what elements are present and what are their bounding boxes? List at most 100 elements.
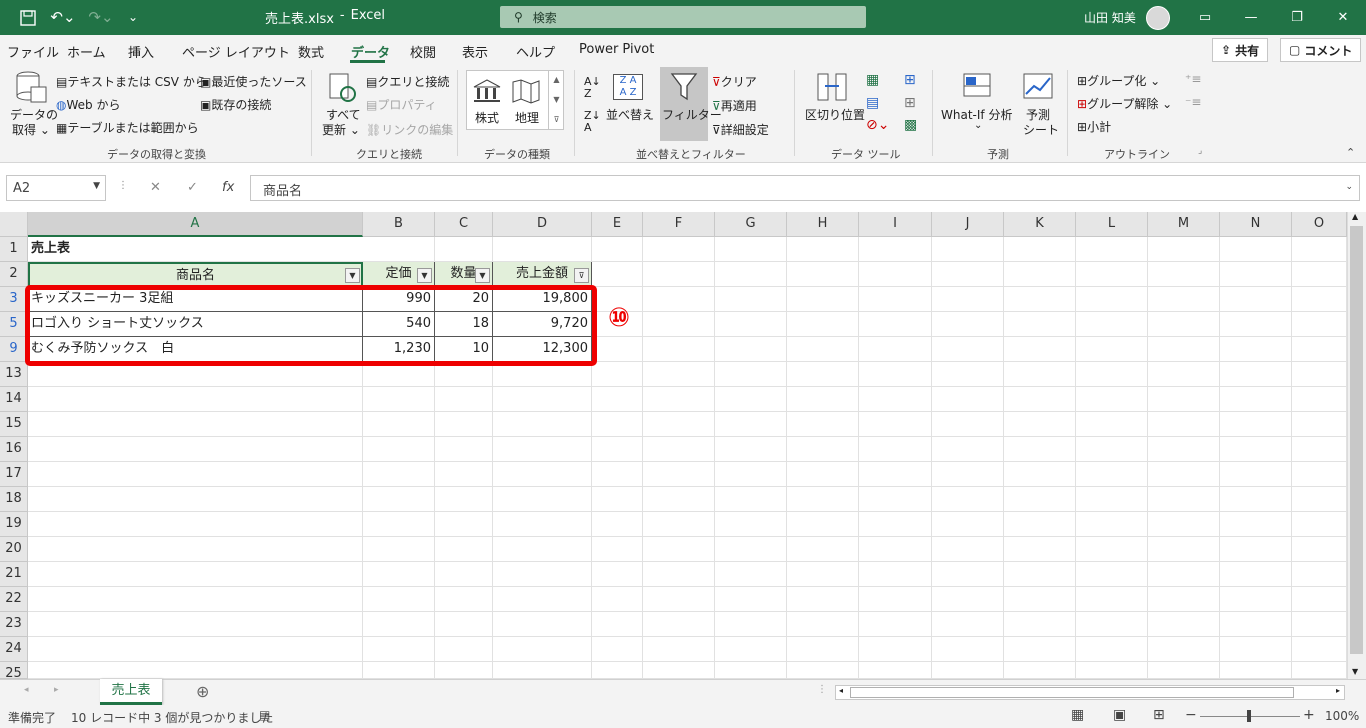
column-header-a[interactable]: A (28, 212, 363, 237)
sort-za-icon[interactable]: Z↓ A (584, 110, 601, 134)
cell[interactable] (493, 587, 592, 612)
cell[interactable] (1148, 587, 1220, 612)
cell[interactable] (715, 387, 787, 412)
dialog-launcher-icon[interactable]: ⌟ (1198, 146, 1202, 156)
cell[interactable] (932, 337, 1004, 362)
cell[interactable] (28, 512, 363, 537)
redo-icon[interactable]: ↷⌄ (86, 7, 116, 27)
cell[interactable] (1220, 262, 1292, 287)
column-header-l[interactable]: L (1076, 212, 1148, 237)
cell[interactable] (1292, 462, 1347, 487)
cell[interactable] (932, 437, 1004, 462)
tab-home[interactable]: ホーム (67, 42, 106, 61)
cell[interactable] (363, 662, 435, 679)
cell[interactable] (715, 612, 787, 637)
row-header-19[interactable]: 19 (0, 512, 28, 537)
cell[interactable] (28, 537, 363, 562)
cell[interactable] (859, 337, 932, 362)
cell[interactable] (932, 637, 1004, 662)
cell[interactable] (643, 362, 715, 387)
cell[interactable] (1076, 612, 1148, 637)
cell[interactable] (787, 487, 859, 512)
table-range-button[interactable]: ▦テーブルまたは範囲から (56, 119, 199, 136)
cell[interactable] (859, 312, 932, 337)
advanced-filter-button[interactable]: ⊽詳細設定 (712, 121, 769, 138)
tab-formulas[interactable]: 数式 (298, 42, 324, 61)
cell[interactable] (932, 362, 1004, 387)
cell[interactable] (1220, 337, 1292, 362)
column-header-j[interactable]: J (932, 212, 1004, 237)
cell[interactable] (363, 612, 435, 637)
cell[interactable] (1220, 587, 1292, 612)
cell[interactable] (1004, 312, 1076, 337)
cell[interactable] (859, 537, 932, 562)
row-header-16[interactable]: 16 (0, 437, 28, 462)
cell[interactable] (859, 287, 932, 312)
cell[interactable] (643, 337, 715, 362)
cell[interactable] (859, 612, 932, 637)
cell[interactable] (932, 412, 1004, 437)
filter-button[interactable]: フィルター (660, 67, 722, 141)
sort-az-icon[interactable]: A↓ Z (584, 76, 601, 100)
cell[interactable] (363, 387, 435, 412)
column-header-g[interactable]: G (715, 212, 787, 237)
clear-filter-button[interactable]: ⊽クリア (712, 73, 757, 90)
cell[interactable] (1004, 662, 1076, 679)
cell[interactable] (1076, 312, 1148, 337)
cell[interactable] (715, 262, 787, 287)
cell[interactable] (1076, 587, 1148, 612)
cell[interactable] (932, 512, 1004, 537)
cell[interactable] (1220, 462, 1292, 487)
cell[interactable] (1004, 387, 1076, 412)
cell[interactable] (1076, 662, 1148, 679)
cell[interactable] (28, 437, 363, 462)
cell[interactable] (592, 412, 643, 437)
cell[interactable] (1292, 237, 1347, 262)
cell[interactable] (1076, 262, 1148, 287)
cell[interactable] (643, 537, 715, 562)
properties-button[interactable]: ▤プロパティ (366, 96, 437, 113)
cell[interactable] (932, 487, 1004, 512)
scroll-right-icon[interactable]: ▸ (1336, 686, 1340, 695)
ribbon-display-icon[interactable]: ▭ (1182, 0, 1228, 35)
cell[interactable] (1004, 412, 1076, 437)
horizontal-scrollbar[interactable]: ◂ ▸ (835, 685, 1345, 700)
cell[interactable]: 商品名 (28, 262, 363, 287)
cell[interactable] (859, 412, 932, 437)
row-header-17[interactable]: 17 (0, 462, 28, 487)
cell[interactable] (435, 487, 493, 512)
cell[interactable] (859, 437, 932, 462)
tab-view[interactable]: 表示 (462, 42, 488, 61)
cell[interactable] (859, 662, 932, 679)
cell[interactable] (363, 587, 435, 612)
cell[interactable] (363, 437, 435, 462)
row-header-21[interactable]: 21 (0, 562, 28, 587)
cell[interactable] (859, 262, 932, 287)
cell[interactable] (592, 612, 643, 637)
cell[interactable] (1004, 437, 1076, 462)
column-header-b[interactable]: B (363, 212, 435, 237)
row-header-14[interactable]: 14 (0, 387, 28, 412)
cell[interactable] (715, 537, 787, 562)
tab-data[interactable]: データ (351, 42, 390, 61)
cell[interactable] (715, 362, 787, 387)
cell[interactable] (859, 362, 932, 387)
cell[interactable] (787, 637, 859, 662)
cell[interactable] (1004, 462, 1076, 487)
row-header-20[interactable]: 20 (0, 537, 28, 562)
cell[interactable] (1220, 412, 1292, 437)
formula-input[interactable]: 商品名 ⌄ (250, 175, 1360, 201)
accessibility-icon[interactable]: ▤ (259, 708, 270, 722)
cell[interactable] (643, 262, 715, 287)
cell[interactable] (28, 562, 363, 587)
comment-button[interactable]: ▢ コメント (1280, 38, 1362, 62)
row-header-23[interactable]: 23 (0, 612, 28, 637)
cell[interactable] (435, 387, 493, 412)
cell[interactable] (643, 287, 715, 312)
cell[interactable] (493, 462, 592, 487)
ungroup-button[interactable]: ⊞グループ解除 ⌄ (1077, 95, 1172, 112)
cell[interactable] (592, 462, 643, 487)
show-detail-icon[interactable]: ⁺≡ (1185, 72, 1201, 86)
cell[interactable] (859, 387, 932, 412)
gallery-scroll[interactable]: ▲ ▼ ⊽ (548, 70, 564, 130)
